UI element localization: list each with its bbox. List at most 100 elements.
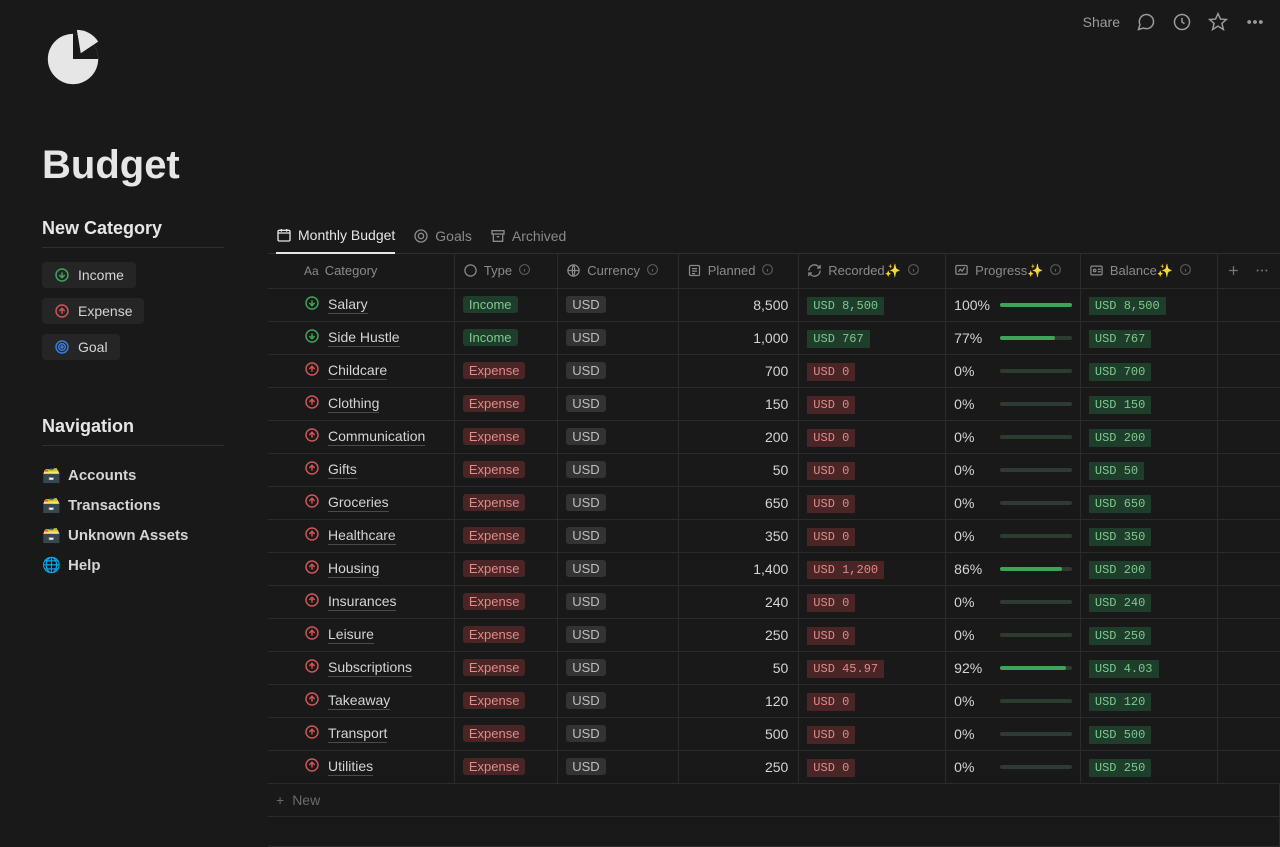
table-row[interactable]: TakeawayExpenseUSD120USD 00%USD 120 (268, 684, 1280, 717)
currency-tag: USD (566, 725, 605, 742)
arrow-down-circle-icon (304, 328, 320, 347)
recorded-tag: USD 0 (807, 759, 855, 777)
new-income-label: Income (78, 267, 124, 283)
type-tag: Expense (463, 725, 526, 742)
recorded-tag: USD 0 (807, 594, 855, 612)
new-expense-button[interactable]: Expense (42, 298, 144, 324)
balance-tag: USD 350 (1089, 528, 1151, 546)
comments-icon[interactable] (1136, 12, 1156, 32)
arrow-up-circle-icon (304, 460, 320, 479)
category-name: Gifts (328, 461, 357, 479)
star-icon[interactable] (1208, 12, 1228, 32)
category-name: Groceries (328, 494, 389, 512)
tab-monthly-budget[interactable]: Monthly Budget (276, 219, 395, 254)
page-title: Budget (42, 143, 1280, 188)
nav-unknown-assets[interactable]: 🗃️ Unknown Assets (42, 520, 268, 550)
col-planned[interactable]: Planned (678, 254, 799, 288)
category-name: Healthcare (328, 527, 396, 545)
table-row[interactable]: GiftsExpenseUSD50USD 00%USD 50 (268, 453, 1280, 486)
progress-label: 0% (954, 462, 992, 478)
recorded-tag: USD 8,500 (807, 297, 884, 315)
table-row[interactable]: GroceriesExpenseUSD650USD 00%USD 650 (268, 486, 1280, 519)
currency-tag: USD (566, 659, 605, 676)
nav-help[interactable]: 🌐 Help (42, 550, 268, 580)
nav-transactions[interactable]: 🗃️ Transactions (42, 490, 268, 520)
recorded-tag: USD 767 (807, 330, 869, 348)
tab-goals[interactable]: Goals (413, 218, 472, 253)
table-row[interactable]: SubscriptionsExpenseUSD50USD 45.9792%USD… (268, 651, 1280, 684)
clock-icon[interactable] (1172, 12, 1192, 32)
unknown-icon: 🗃️ (42, 526, 60, 544)
table-row[interactable]: UtilitiesExpenseUSD250USD 00%USD 250 (268, 750, 1280, 783)
category-name: Side Hustle (328, 329, 400, 347)
progress-bar (1000, 303, 1072, 307)
table-row[interactable]: SalaryIncomeUSD8,500USD 8,500100%USD 8,5… (268, 288, 1280, 321)
more-icon[interactable] (1244, 12, 1266, 32)
plus-icon[interactable] (1226, 263, 1241, 278)
planned-value: 250 (678, 750, 799, 783)
recorded-tag: USD 45.97 (807, 660, 884, 678)
new-income-button[interactable]: Income (42, 262, 136, 288)
col-balance[interactable]: Balance✨ (1080, 254, 1217, 288)
progress-label: 77% (954, 330, 992, 346)
planned-value: 120 (678, 684, 799, 717)
planned-value: 650 (678, 486, 799, 519)
table-row[interactable]: ClothingExpenseUSD150USD 00%USD 150 (268, 387, 1280, 420)
new-expense-label: Expense (78, 303, 132, 319)
col-currency[interactable]: Currency (558, 254, 679, 288)
recorded-tag: USD 0 (807, 495, 855, 513)
col-add[interactable] (1217, 254, 1279, 288)
table-row[interactable]: LeisureExpenseUSD250USD 00%USD 250 (268, 618, 1280, 651)
col-progress[interactable]: Progress✨ (946, 254, 1081, 288)
recorded-tag: USD 0 (807, 429, 855, 447)
col-progress-label: Progress✨ (975, 263, 1043, 279)
category-name: Transport (328, 725, 387, 743)
planned-value: 1,000 (678, 321, 799, 354)
share-button[interactable]: Share (1083, 14, 1120, 30)
category-name: Housing (328, 560, 379, 578)
arrow-up-circle-icon (304, 526, 320, 545)
progress-bar (1000, 468, 1072, 472)
balance-tag: USD 250 (1089, 759, 1151, 777)
category-name: Clothing (328, 395, 379, 413)
balance-tag: USD 50 (1089, 462, 1144, 480)
nav-accounts[interactable]: 🗃️ Accounts (42, 460, 268, 490)
col-type[interactable]: Type (454, 254, 557, 288)
arrow-up-circle-icon (304, 394, 320, 413)
tab-monthly-label: Monthly Budget (298, 227, 395, 243)
currency-tag: USD (566, 296, 605, 313)
arrow-up-circle-icon (304, 493, 320, 512)
currency-tag: USD (566, 494, 605, 511)
col-currency-label: Currency (587, 263, 640, 278)
table-row[interactable]: HealthcareExpenseUSD350USD 00%USD 350 (268, 519, 1280, 552)
category-name: Salary (328, 296, 368, 314)
more-icon[interactable] (1253, 263, 1271, 278)
new-row-button[interactable]: +New (268, 783, 1280, 816)
table-row[interactable]: Side HustleIncomeUSD1,000USD 76777%USD 7… (268, 321, 1280, 354)
table-row[interactable]: TransportExpenseUSD500USD 00%USD 500 (268, 717, 1280, 750)
currency-tag: USD (566, 692, 605, 709)
currency-tag: USD (566, 593, 605, 610)
progress-bar (1000, 732, 1072, 736)
col-recorded[interactable]: Recorded✨ (799, 254, 946, 288)
table-row[interactable]: ChildcareExpenseUSD700USD 00%USD 700 (268, 354, 1280, 387)
balance-tag: USD 150 (1089, 396, 1151, 414)
balance-tag: USD 200 (1089, 561, 1151, 579)
table-row[interactable]: CommunicationExpenseUSD200USD 00%USD 200 (268, 420, 1280, 453)
currency-tag: USD (566, 527, 605, 544)
planned-value: 1,400 (678, 552, 799, 585)
planned-value: 350 (678, 519, 799, 552)
recorded-tag: USD 0 (807, 528, 855, 546)
info-icon (518, 263, 531, 279)
recorded-tag: USD 0 (807, 627, 855, 645)
col-category[interactable]: Aa Category (268, 254, 454, 288)
balance-tag: USD 200 (1089, 429, 1151, 447)
recorded-tag: USD 0 (807, 396, 855, 414)
table-row[interactable]: InsurancesExpenseUSD240USD 00%USD 240 (268, 585, 1280, 618)
arrow-down-circle-icon (304, 295, 320, 314)
tab-archived[interactable]: Archived (490, 218, 566, 253)
planned-value: 8,500 (678, 288, 799, 321)
table-row[interactable]: HousingExpenseUSD1,400USD 1,20086%USD 20… (268, 552, 1280, 585)
new-goal-button[interactable]: Goal (42, 334, 120, 360)
currency-tag: USD (566, 560, 605, 577)
